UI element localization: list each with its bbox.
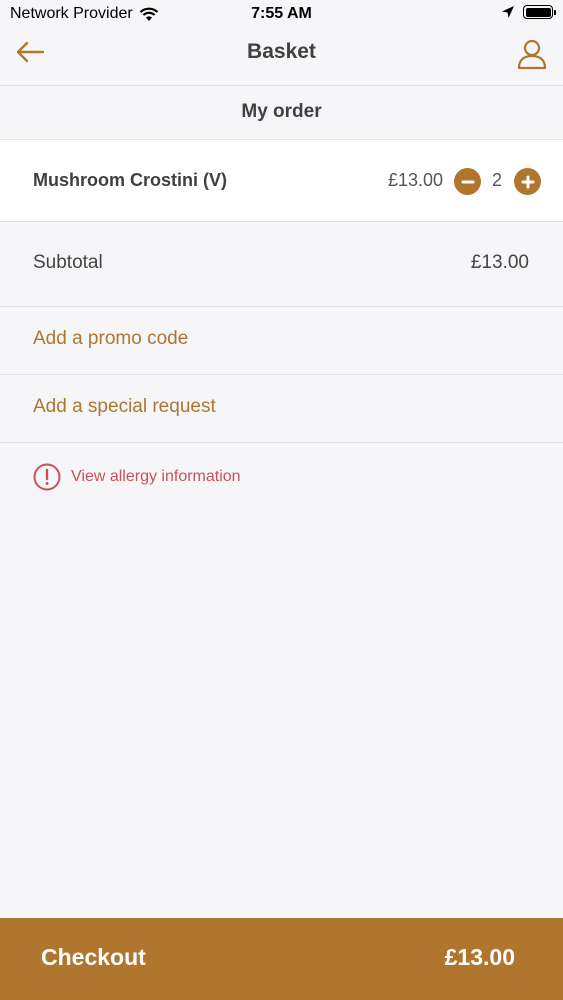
allergy-info-label: View allergy information [71, 468, 241, 485]
checkout-button[interactable]: Checkout £13.00 [0, 918, 563, 1000]
allergy-info-link[interactable]: View allergy information [33, 463, 241, 491]
checkout-label: Checkout [41, 944, 146, 970]
special-request-link[interactable]: Add a special request [33, 396, 216, 418]
status-bar: Network Provider 7:55 AM [0, 0, 563, 30]
special-request-row[interactable]: Add a special request [0, 375, 563, 443]
item-quantity: 2 [491, 170, 502, 190]
subtotal-row: Subtotal £13.00 [0, 222, 563, 307]
nav-bar: Basket [0, 30, 563, 86]
user-icon [517, 39, 547, 70]
subtotal-label: Subtotal [33, 252, 103, 273]
promo-code-link[interactable]: Add a promo code [33, 328, 188, 350]
decrease-quantity-button[interactable] [454, 168, 481, 195]
section-title: My order [0, 86, 563, 140]
item-name: Mushroom Crostini (V) [33, 170, 227, 190]
plus-icon [521, 175, 534, 188]
location-arrow-icon [502, 6, 514, 18]
alert-circle-icon [33, 463, 61, 491]
subtotal-value: £13.00 [470, 252, 529, 273]
page-title: Basket [247, 40, 316, 63]
promo-code-row[interactable]: Add a promo code [0, 307, 563, 375]
order-item: Mushroom Crostini (V) £13.00 2 [0, 140, 563, 222]
increase-quantity-button[interactable] [514, 168, 541, 195]
battery-icon [523, 5, 556, 19]
status-right [501, 5, 556, 19]
checkout-total: £13.00 [444, 944, 515, 970]
profile-button[interactable] [517, 38, 547, 70]
minus-icon [461, 180, 474, 183]
item-price: £13.00 [387, 170, 443, 190]
status-time: 7:55 AM [251, 5, 312, 22]
